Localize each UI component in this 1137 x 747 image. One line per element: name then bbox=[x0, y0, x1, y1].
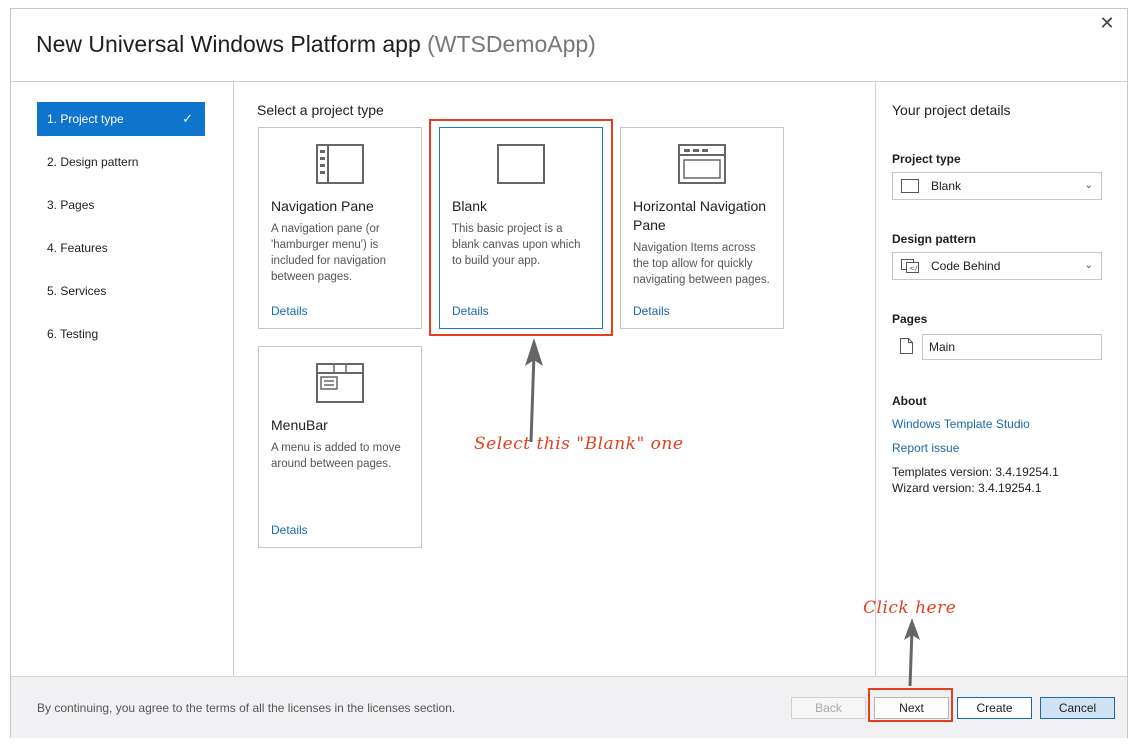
page-icon bbox=[900, 338, 913, 354]
windows-template-studio-link[interactable]: Windows Template Studio bbox=[892, 417, 1030, 431]
cancel-button[interactable]: Cancel bbox=[1040, 697, 1115, 719]
code-behind-icon: </> bbox=[901, 259, 919, 273]
card-title: Blank bbox=[452, 198, 488, 214]
nav-step-label: 5. Services bbox=[47, 284, 107, 298]
about-label: About bbox=[892, 394, 927, 408]
chevron-down-icon: ⌄ bbox=[1084, 260, 1093, 271]
card-description: Navigation Items across the top allow fo… bbox=[633, 242, 770, 286]
menubar-icon bbox=[316, 363, 364, 403]
next-button[interactable]: Next bbox=[874, 697, 949, 719]
window-title: New Universal Windows Platform app (WTSD… bbox=[36, 31, 596, 58]
templates-version: Templates version: 3.4.19254.1 bbox=[892, 465, 1059, 479]
close-button[interactable]: ✕ bbox=[1095, 11, 1119, 35]
card-details-link[interactable]: Details bbox=[271, 523, 308, 537]
page-name-input[interactable]: Main bbox=[922, 334, 1102, 360]
card-title: MenuBar bbox=[271, 417, 328, 433]
arrow-up-icon bbox=[525, 338, 543, 443]
nav-step-label: 3. Pages bbox=[47, 198, 95, 212]
back-button[interactable]: Back bbox=[791, 697, 866, 719]
card-details-link[interactable]: Details bbox=[271, 304, 308, 318]
wizard-window: New Universal Windows Platform app (WTSD… bbox=[10, 8, 1128, 738]
card-details-link[interactable]: Details bbox=[452, 304, 489, 318]
pages-label: Pages bbox=[892, 312, 928, 326]
select-blank-annotation: Select this "Blank" one bbox=[474, 434, 684, 454]
nav-step-testing[interactable]: 6. Testing bbox=[37, 317, 205, 351]
project-type-select[interactable]: Blank ⌄ bbox=[892, 172, 1102, 200]
card-menubar[interactable]: MenuBar A menu is added to move around b… bbox=[258, 346, 422, 548]
card-title: Horizontal Navigation Pane bbox=[633, 198, 767, 233]
click-here-annotation: Click here bbox=[863, 598, 957, 618]
navigation-pane-icon bbox=[316, 144, 364, 184]
nav-step-label: 6. Testing bbox=[47, 327, 99, 341]
nav-step-pages[interactable]: 3. Pages bbox=[37, 188, 205, 222]
horizontal-navigation-icon bbox=[678, 144, 726, 184]
window-title-project: (WTSDemoApp) bbox=[427, 31, 596, 57]
card-blank[interactable]: Blank This basic project is a blank canv… bbox=[439, 127, 603, 329]
nav-step-features[interactable]: 4. Features bbox=[37, 231, 205, 265]
create-button[interactable]: Create bbox=[957, 697, 1032, 719]
nav-step-services[interactable]: 5. Services bbox=[37, 274, 205, 308]
window-title-main: New Universal Windows Platform app bbox=[36, 31, 421, 57]
project-type-area: Select a project type Navigation Pane A … bbox=[234, 82, 874, 676]
license-notice: By continuing, you agree to the terms of… bbox=[37, 701, 456, 715]
svg-text:</>: </> bbox=[909, 265, 919, 273]
project-type-value: Blank bbox=[931, 179, 962, 193]
wizard-version: Wizard version: 3.4.19254.1 bbox=[892, 481, 1042, 495]
nav-step-label: 4. Features bbox=[47, 241, 108, 255]
card-title: Navigation Pane bbox=[271, 198, 374, 214]
check-icon: ✓ bbox=[182, 111, 193, 126]
project-type-label: Project type bbox=[892, 152, 961, 166]
nav-step-label: 2. Design pattern bbox=[47, 155, 139, 169]
design-pattern-value: Code Behind bbox=[931, 259, 1001, 273]
blank-icon bbox=[901, 179, 919, 193]
report-issue-link[interactable]: Report issue bbox=[892, 441, 959, 455]
nav-step-label: 1. Project type bbox=[47, 112, 124, 126]
nav-step-project-type[interactable]: 1. Project type ✓ bbox=[37, 102, 205, 136]
nav-step-design-pattern[interactable]: 2. Design pattern bbox=[37, 145, 205, 179]
wizard-footer: By continuing, you agree to the terms of… bbox=[11, 676, 1127, 738]
details-heading: Your project details bbox=[892, 102, 1011, 118]
card-description: A menu is added to move around between p… bbox=[271, 442, 401, 470]
page-row: Main bbox=[892, 334, 1102, 360]
card-description: A navigation pane (or 'hamburger menu') … bbox=[271, 223, 387, 283]
card-navigation-pane[interactable]: Navigation Pane A navigation pane (or 'h… bbox=[258, 127, 422, 329]
arrow-up-icon bbox=[904, 618, 920, 687]
chevron-down-icon: ⌄ bbox=[1084, 180, 1093, 191]
section-heading: Select a project type bbox=[257, 102, 384, 118]
card-horizontal-navigation-pane[interactable]: Horizontal Navigation Pane Navigation It… bbox=[620, 127, 784, 329]
card-details-link[interactable]: Details bbox=[633, 304, 670, 318]
design-pattern-label: Design pattern bbox=[892, 232, 977, 246]
design-pattern-select[interactable]: </> Code Behind ⌄ bbox=[892, 252, 1102, 280]
card-description: This basic project is a blank canvas upo… bbox=[452, 223, 581, 267]
project-details-panel: Your project details Project type Blank … bbox=[875, 82, 1130, 676]
blank-icon bbox=[497, 144, 545, 184]
wizard-steps-nav: 1. Project type ✓ 2. Design pattern 3. P… bbox=[11, 82, 234, 676]
